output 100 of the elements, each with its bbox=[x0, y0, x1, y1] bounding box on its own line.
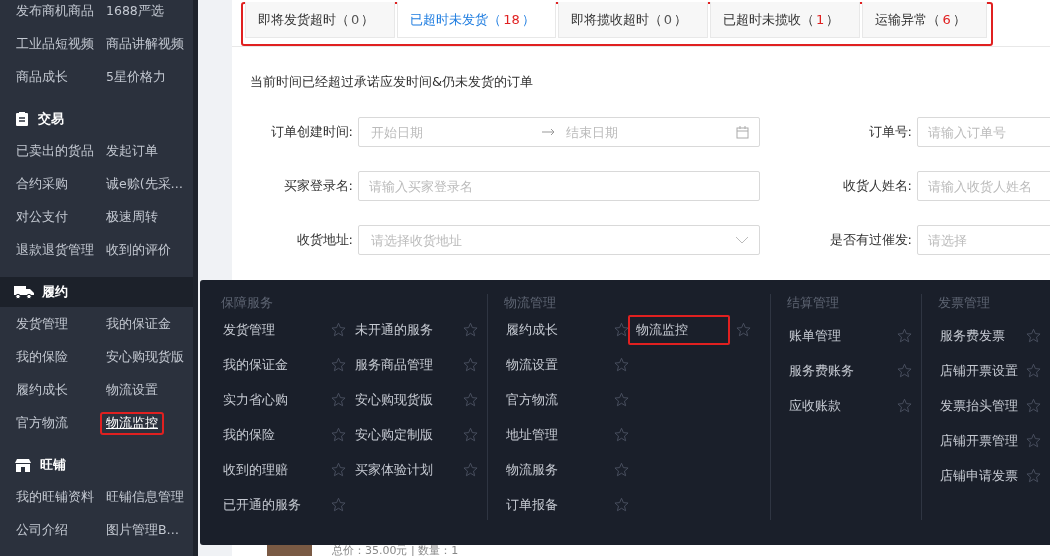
star-icon[interactable] bbox=[897, 363, 912, 378]
menu-item[interactable]: 官方物流 bbox=[504, 384, 600, 415]
sidebar-link[interactable]: 物流设置 bbox=[100, 379, 164, 402]
menu-item[interactable]: 未开通的服务 bbox=[353, 314, 449, 345]
input-field[interactable]: 请选择 bbox=[917, 225, 1050, 255]
star-icon[interactable] bbox=[331, 322, 346, 337]
star-icon[interactable] bbox=[1026, 398, 1041, 413]
menu-item[interactable]: 地址管理 bbox=[504, 419, 600, 450]
menu-item[interactable]: 买家体验计划 bbox=[353, 454, 449, 485]
sidebar-link[interactable]: 1688严选 bbox=[100, 0, 170, 23]
sidebar-link[interactable]: 工业品短视频 bbox=[10, 33, 100, 56]
order-summary-text: 总价：35.00元 | 数量：1 bbox=[332, 545, 459, 556]
sidebar-link[interactable]: 商品讲解视频 bbox=[100, 33, 190, 56]
sidebar-link[interactable]: 商品成长 bbox=[10, 66, 74, 89]
menu-item[interactable]: 我的保证金 bbox=[221, 349, 317, 380]
input-field[interactable]: 请输入收货人姓名 bbox=[917, 171, 1050, 201]
sidebar-link[interactable]: 图片管理B… bbox=[100, 519, 186, 542]
star-icon[interactable] bbox=[897, 398, 912, 413]
star-icon[interactable] bbox=[614, 357, 629, 372]
select-field[interactable]: 请选择收货地址 bbox=[358, 225, 760, 255]
star-icon[interactable] bbox=[1026, 363, 1041, 378]
clipboard-icon bbox=[14, 111, 30, 127]
field-label: 收货人姓名: bbox=[841, 177, 913, 195]
star-icon[interactable] bbox=[463, 392, 478, 407]
input-field[interactable]: 请输入订单号 bbox=[917, 117, 1050, 147]
star-icon[interactable] bbox=[463, 427, 478, 442]
menu-item[interactable]: 服务商品管理 bbox=[353, 349, 449, 380]
menu-item[interactable]: 物流监控 bbox=[628, 314, 730, 345]
end-date-input[interactable]: 结束日期 bbox=[563, 123, 728, 141]
menu-item[interactable]: 物流设置 bbox=[504, 349, 600, 380]
sidebar-link[interactable]: 5星价格力 bbox=[100, 66, 172, 89]
sidebar-section-header[interactable]: 履约 bbox=[0, 277, 193, 307]
menu-item[interactable]: 收到的理赔 bbox=[221, 454, 317, 485]
menu-item[interactable]: 实力省心购 bbox=[221, 384, 317, 415]
star-icon[interactable] bbox=[897, 328, 912, 343]
tab[interactable]: 已超时未揽收（1） bbox=[710, 2, 861, 38]
sidebar-link[interactable]: 公司介绍 bbox=[10, 519, 74, 542]
menu-item[interactable]: 服务费发票 bbox=[938, 320, 1022, 351]
sidebar-link[interactable]: 发货管理 bbox=[10, 313, 74, 336]
sidebar-link[interactable]: 我的旺铺资料 bbox=[10, 486, 100, 509]
star-icon[interactable] bbox=[614, 322, 629, 337]
star-icon[interactable] bbox=[331, 392, 346, 407]
menu-item[interactable]: 店铺开票管理 bbox=[938, 425, 1022, 456]
sidebar-link[interactable]: 退款退货管理 bbox=[10, 239, 100, 262]
star-icon[interactable] bbox=[463, 462, 478, 477]
sidebar-link[interactable]: 我的保险 bbox=[10, 346, 74, 369]
menu-item[interactable]: 账单管理 bbox=[787, 320, 883, 351]
star-icon[interactable] bbox=[331, 497, 346, 512]
tab[interactable]: 已超时未发货（18） bbox=[397, 2, 556, 38]
menu-item[interactable]: 服务费账务 bbox=[787, 355, 883, 386]
star-icon[interactable] bbox=[331, 357, 346, 372]
star-icon[interactable] bbox=[1026, 468, 1041, 483]
sidebar-link[interactable]: 安心购现货版 bbox=[100, 346, 190, 369]
sidebar-link[interactable]: 物流监控 bbox=[100, 412, 164, 435]
star-icon[interactable] bbox=[331, 427, 346, 442]
tab[interactable]: 即将揽收超时（0） bbox=[557, 2, 709, 38]
shop-icon bbox=[14, 457, 32, 473]
input-field[interactable]: 请输入买家登录名 bbox=[358, 171, 760, 201]
sidebar-link[interactable]: 已卖出的货品 bbox=[10, 140, 100, 163]
sidebar-link[interactable]: 我的保证金 bbox=[100, 313, 177, 336]
menu-item[interactable]: 我的保险 bbox=[221, 419, 317, 450]
menu-item[interactable]: 物流服务 bbox=[504, 454, 600, 485]
menu-item[interactable]: 发票抬头管理 bbox=[938, 390, 1022, 421]
tab[interactable]: 即将发货超时（0） bbox=[245, 2, 396, 38]
star-icon[interactable] bbox=[736, 322, 751, 337]
menu-item[interactable]: 安心购定制版 bbox=[353, 419, 449, 450]
star-icon[interactable] bbox=[463, 357, 478, 372]
sidebar-link[interactable]: 极速周转 bbox=[100, 206, 164, 229]
sidebar-link[interactable]: 旺铺信息管理 bbox=[100, 486, 190, 509]
star-icon[interactable] bbox=[1026, 328, 1041, 343]
sidebar-link[interactable]: 合约采购 bbox=[10, 173, 74, 196]
menu-item[interactable]: 已开通的服务 bbox=[221, 489, 317, 520]
menu-section-title: 结算管理 bbox=[787, 294, 840, 312]
chevron-down-icon bbox=[735, 236, 749, 244]
sidebar-link[interactable]: 对公支付 bbox=[10, 206, 74, 229]
sidebar-link[interactable]: 诚e赊(先采… bbox=[100, 173, 190, 196]
menu-item[interactable]: 发货管理 bbox=[221, 314, 317, 345]
menu-item[interactable]: 订单报备 bbox=[504, 489, 600, 520]
sidebar-link[interactable]: 官方物流 bbox=[10, 412, 74, 435]
select-input[interactable]: 请选择收货地址 bbox=[369, 231, 727, 249]
star-icon[interactable] bbox=[614, 462, 629, 477]
menu-item[interactable]: 履约成长 bbox=[504, 314, 600, 345]
star-icon[interactable] bbox=[1026, 433, 1041, 448]
date-range-field[interactable]: 开始日期 结束日期 bbox=[358, 117, 760, 147]
sidebar-link[interactable]: 收到的评价 bbox=[100, 239, 177, 262]
menu-item[interactable]: 应收账款 bbox=[787, 390, 883, 421]
sidebar-link[interactable]: 发起订单 bbox=[100, 140, 164, 163]
star-icon[interactable] bbox=[614, 427, 629, 442]
sidebar-link[interactable]: 发布商机商品 bbox=[10, 0, 100, 23]
star-icon[interactable] bbox=[331, 462, 346, 477]
menu-item[interactable]: 店铺开票设置 bbox=[938, 355, 1022, 386]
star-icon[interactable] bbox=[614, 392, 629, 407]
menu-item[interactable]: 安心购现货版 bbox=[353, 384, 449, 415]
sidebar-link[interactable]: 履约成长 bbox=[10, 379, 74, 402]
tab[interactable]: 运输异常（6） bbox=[862, 2, 987, 38]
star-icon[interactable] bbox=[614, 497, 629, 512]
menu-section-title: 保障服务 bbox=[221, 294, 274, 312]
star-icon[interactable] bbox=[463, 322, 478, 337]
menu-item[interactable]: 店铺申请发票 bbox=[938, 460, 1022, 491]
start-date-input[interactable]: 开始日期 bbox=[369, 123, 534, 141]
